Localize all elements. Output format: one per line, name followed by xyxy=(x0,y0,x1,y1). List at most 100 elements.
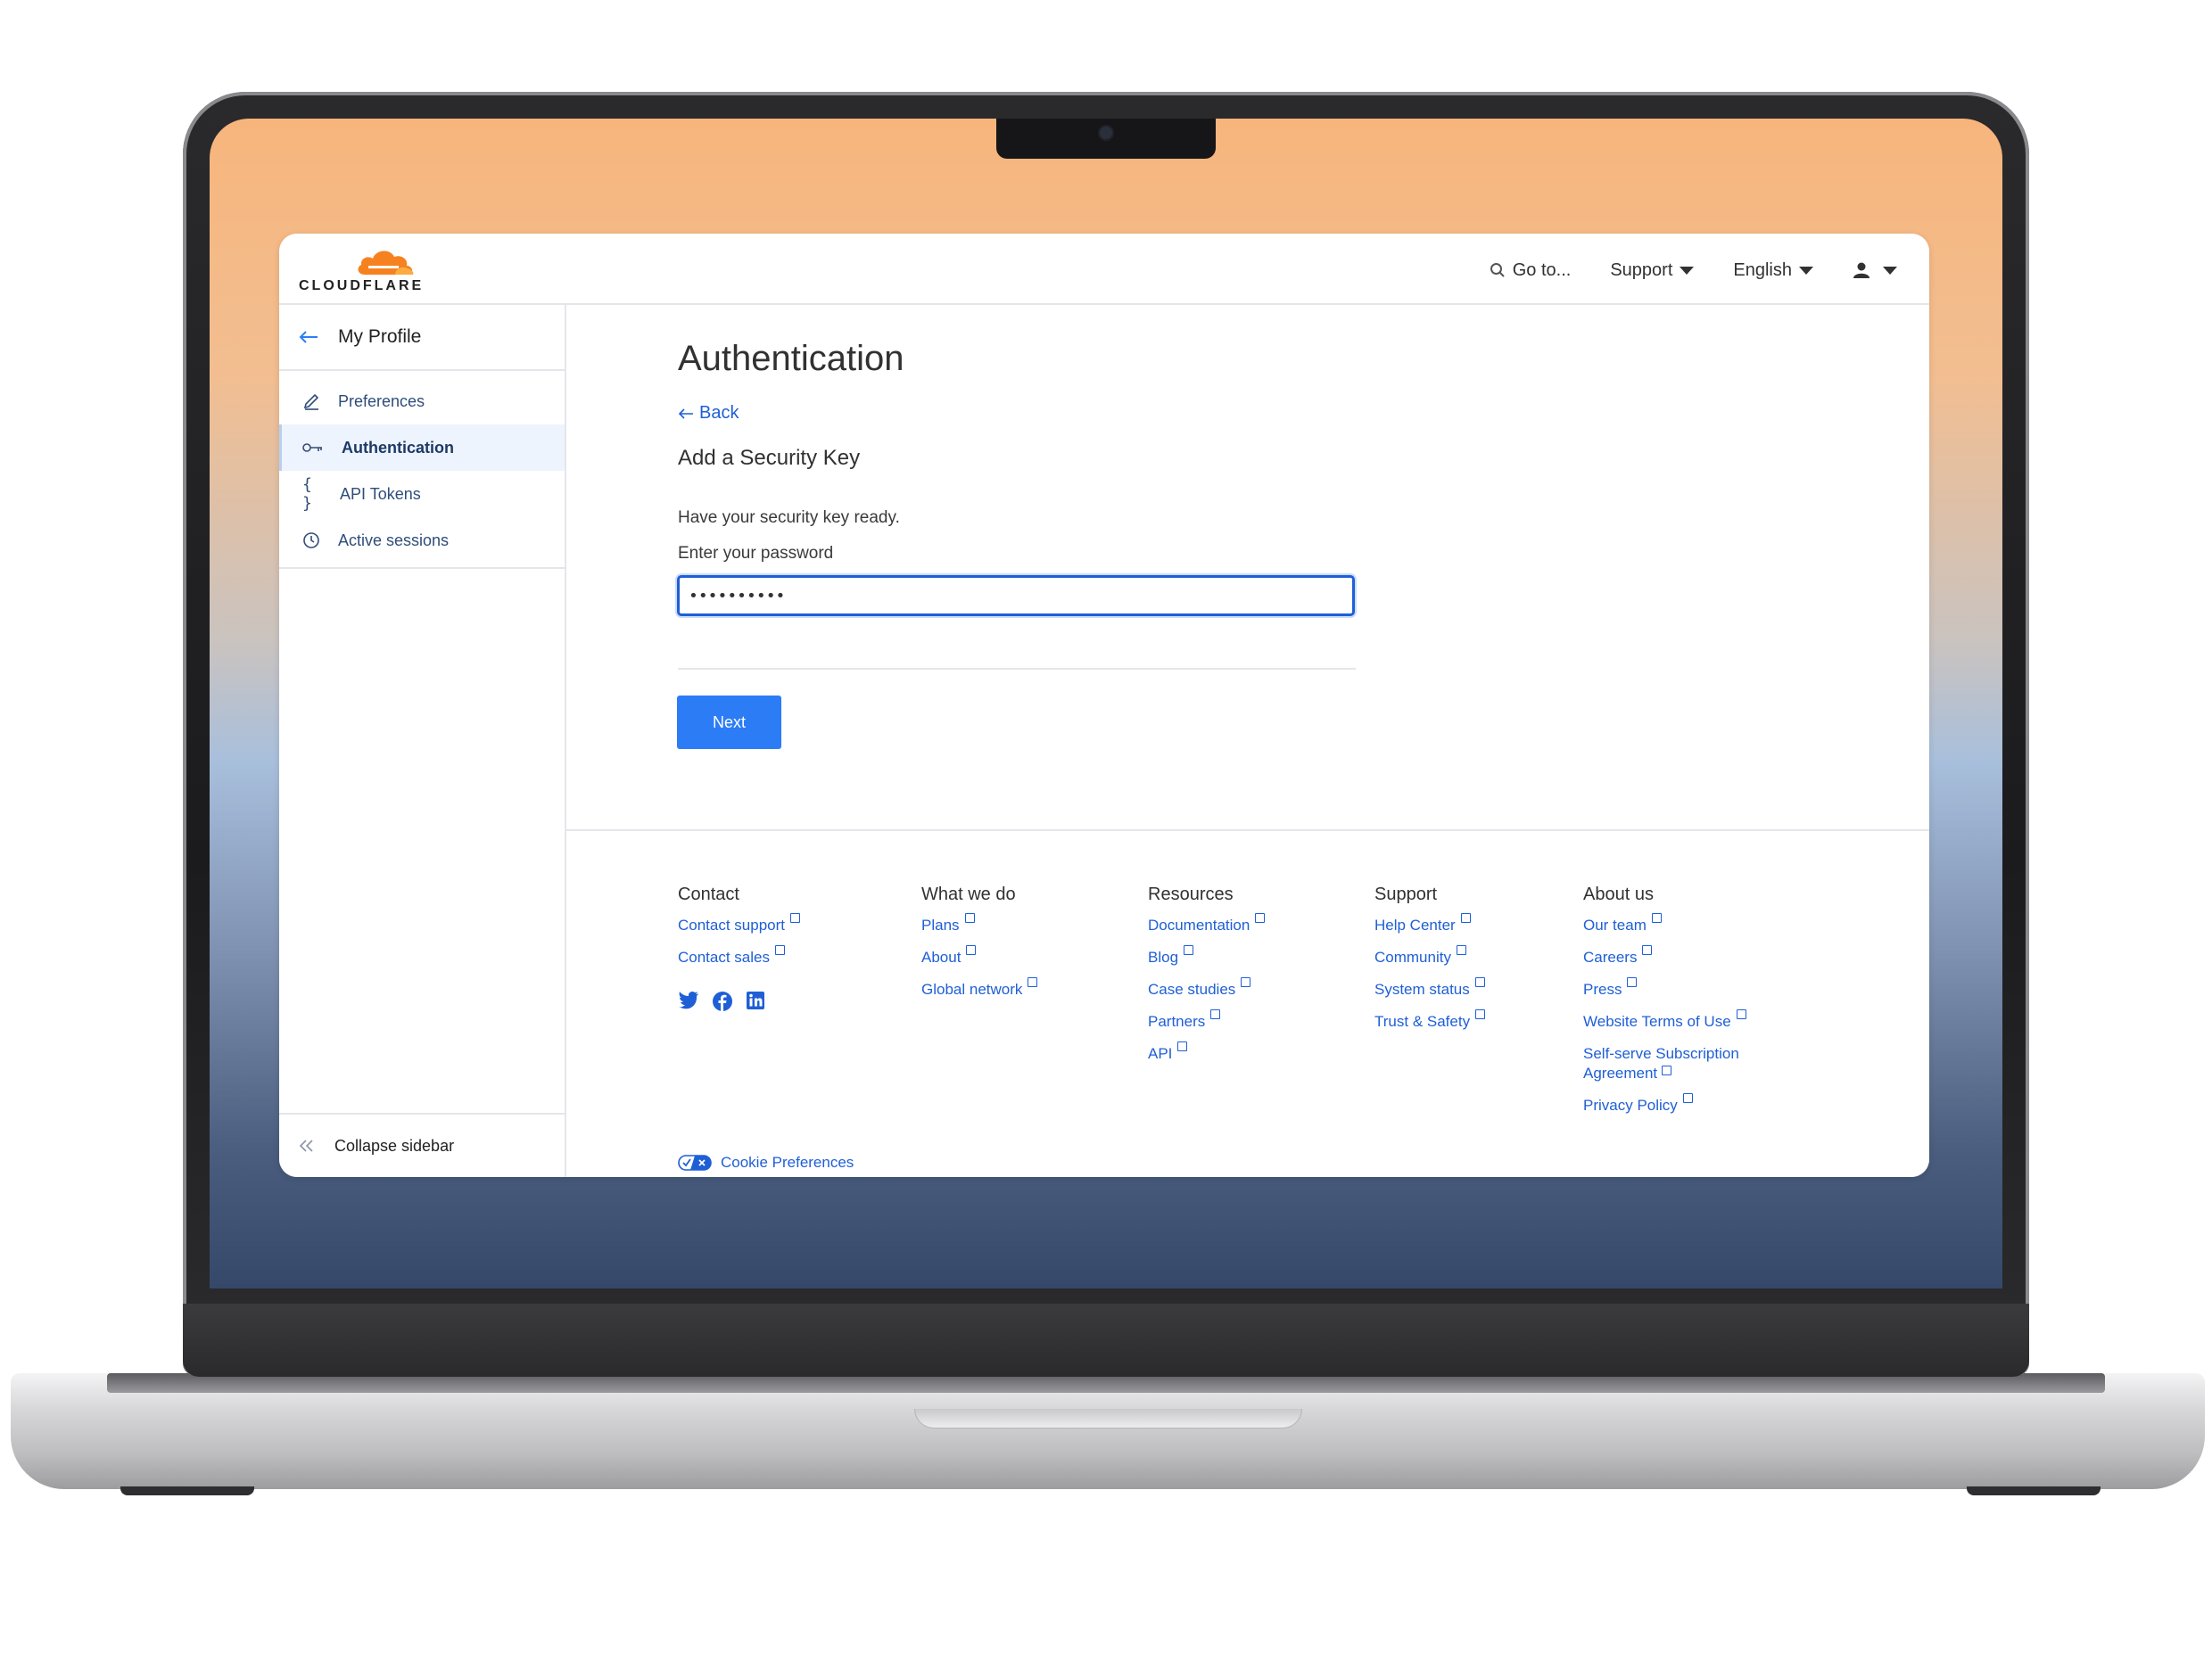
footer-link-our-team[interactable]: Our team xyxy=(1583,913,1779,948)
footer-link-text: Website Terms of Use xyxy=(1583,1013,1731,1030)
back-link[interactable]: Back xyxy=(678,403,739,424)
sidebar-item-label: Preferences xyxy=(338,391,425,410)
pencil-icon xyxy=(303,393,319,410)
footer-link-text: Careers xyxy=(1583,949,1638,966)
footer-link-text: Help Center xyxy=(1374,917,1456,934)
footer-heading: Support xyxy=(1374,885,1438,904)
instruction-text: Have your security key ready. xyxy=(678,508,900,527)
external-link-icon xyxy=(1255,913,1266,923)
collapse-sidebar-label: Collapse sidebar xyxy=(334,1136,455,1155)
footer-link-text: About xyxy=(921,949,962,966)
external-link-icon xyxy=(1627,977,1638,987)
external-link-icon xyxy=(1241,977,1251,987)
cloudflare-logo[interactable]: CLOUDFLARE xyxy=(299,246,424,296)
support-label: Support xyxy=(1610,259,1673,280)
footer-link-contact-support[interactable]: Contact support xyxy=(678,913,801,948)
footer-link-text: System status xyxy=(1374,981,1470,998)
footer-link-self-serve-agreement[interactable]: Self-serve Subscription Agreement xyxy=(1583,1044,1779,1096)
top-nav-right: Go to... Support English xyxy=(1490,257,1897,284)
external-link-icon xyxy=(1177,1041,1188,1051)
braces-icon: { } xyxy=(302,475,312,513)
sidebar-item-active-sessions[interactable]: Active sessions xyxy=(279,517,565,564)
footer-link-text: Global network xyxy=(921,981,1023,998)
section-title: Add a Security Key xyxy=(678,446,861,470)
laptop-chin xyxy=(183,1304,2029,1377)
cloud-logo-icon xyxy=(358,251,414,275)
footer-link-documentation[interactable]: Documentation xyxy=(1148,913,1266,948)
external-link-icon xyxy=(966,945,977,955)
external-link-icon xyxy=(790,913,801,923)
back-label: Back xyxy=(699,403,739,423)
footer-link-privacy-policy[interactable]: Privacy Policy xyxy=(1583,1093,1779,1128)
arrow-left-icon xyxy=(678,408,693,419)
footer-link-help-center[interactable]: Help Center xyxy=(1374,913,1485,948)
facebook-icon[interactable] xyxy=(712,991,733,1012)
footer-link-contact-sales[interactable]: Contact sales xyxy=(678,945,800,980)
footer-column-resources: Resources Documentation Blog Case studie… xyxy=(1148,885,1266,1076)
page-footer: Contact Contact support Contact sales Wh… xyxy=(566,829,1929,1177)
footer-link-community[interactable]: Community xyxy=(1374,945,1485,980)
privacy-toggle-icon xyxy=(678,1155,712,1171)
footer-link-about[interactable]: About xyxy=(921,945,1037,980)
goto-search-button[interactable]: Go to... xyxy=(1490,259,1572,281)
footer-link-blog[interactable]: Blog xyxy=(1148,945,1265,980)
sidebar-item-api-tokens[interactable]: { } API Tokens xyxy=(279,471,565,517)
language-dropdown[interactable]: English xyxy=(1733,260,1813,281)
chevron-down-icon xyxy=(1680,266,1695,275)
external-link-icon xyxy=(1682,1093,1693,1103)
collapse-sidebar-button[interactable]: Collapse sidebar xyxy=(279,1113,565,1177)
cookie-preferences-label: Cookie Preferences xyxy=(721,1154,854,1171)
sidebar-back-my-profile[interactable]: My Profile xyxy=(279,305,565,371)
external-link-icon xyxy=(1456,945,1466,955)
footer-heading: About us xyxy=(1583,885,1654,904)
footer-link-press[interactable]: Press xyxy=(1583,977,1779,1012)
footer-link-partners[interactable]: Partners xyxy=(1148,1009,1265,1044)
cookie-preferences-link[interactable]: Cookie Preferences xyxy=(678,1154,854,1172)
user-menu-dropdown[interactable] xyxy=(1853,261,1897,279)
search-icon xyxy=(1490,263,1505,277)
footer-column-support: Support Help Center Community System sta… xyxy=(1374,885,1486,1044)
sidebar-menu: Preferences Authentication { } API Token… xyxy=(279,378,565,564)
external-link-icon xyxy=(1474,977,1485,987)
footer-column-contact: Contact Contact support Contact sales xyxy=(678,885,801,1012)
footer-link-case-studies[interactable]: Case studies xyxy=(1148,977,1265,1012)
footer-column-what-we-do: What we do Plans About Global network xyxy=(921,885,1038,1012)
sidebar-item-label: Authentication xyxy=(342,438,454,457)
footer-link-text: Press xyxy=(1583,981,1622,998)
next-button[interactable]: Next xyxy=(677,696,781,749)
twitter-icon[interactable] xyxy=(678,991,699,1010)
form-divider xyxy=(678,668,1356,670)
chevron-down-icon xyxy=(1883,266,1897,275)
footer-link-text: Trust & Safety xyxy=(1374,1013,1471,1030)
footer-link-api[interactable]: API xyxy=(1148,1041,1265,1076)
laptop-foot-left xyxy=(120,1486,254,1495)
camera-icon xyxy=(1100,127,1112,139)
footer-link-website-terms[interactable]: Website Terms of Use xyxy=(1583,1009,1779,1044)
footer-heading: What we do xyxy=(921,885,1016,904)
external-link-icon xyxy=(775,945,785,955)
brand-wordmark: CLOUDFLARE xyxy=(299,278,425,293)
footer-heading: Contact xyxy=(678,885,739,904)
footer-link-plans[interactable]: Plans xyxy=(921,913,1037,948)
sidebar-divider xyxy=(279,567,565,569)
sidebar-item-preferences[interactable]: Preferences xyxy=(279,378,565,424)
chevron-down-icon xyxy=(1799,266,1813,275)
support-dropdown[interactable]: Support xyxy=(1610,259,1695,281)
footer-link-text: Partners xyxy=(1148,1013,1206,1030)
footer-link-global-network[interactable]: Global network xyxy=(921,977,1038,1012)
sidebar-item-authentication[interactable]: Authentication xyxy=(279,424,565,471)
external-link-icon xyxy=(1736,1009,1746,1019)
external-link-icon xyxy=(1661,1066,1671,1075)
linkedin-icon[interactable] xyxy=(746,991,765,1010)
footer-link-careers[interactable]: Careers xyxy=(1583,945,1779,980)
footer-link-system-status[interactable]: System status xyxy=(1374,977,1485,1012)
password-input[interactable] xyxy=(677,575,1355,616)
double-chevron-left-icon xyxy=(299,1140,313,1152)
footer-link-text: API xyxy=(1148,1045,1173,1062)
goto-label: Go to... xyxy=(1512,259,1572,280)
footer-link-text: Contact sales xyxy=(678,949,770,966)
footer-link-trust-safety[interactable]: Trust & Safety xyxy=(1374,1009,1486,1044)
social-links xyxy=(678,991,800,1012)
sidebar-item-label: API Tokens xyxy=(340,484,421,503)
footer-link-text: Blog xyxy=(1148,949,1179,966)
